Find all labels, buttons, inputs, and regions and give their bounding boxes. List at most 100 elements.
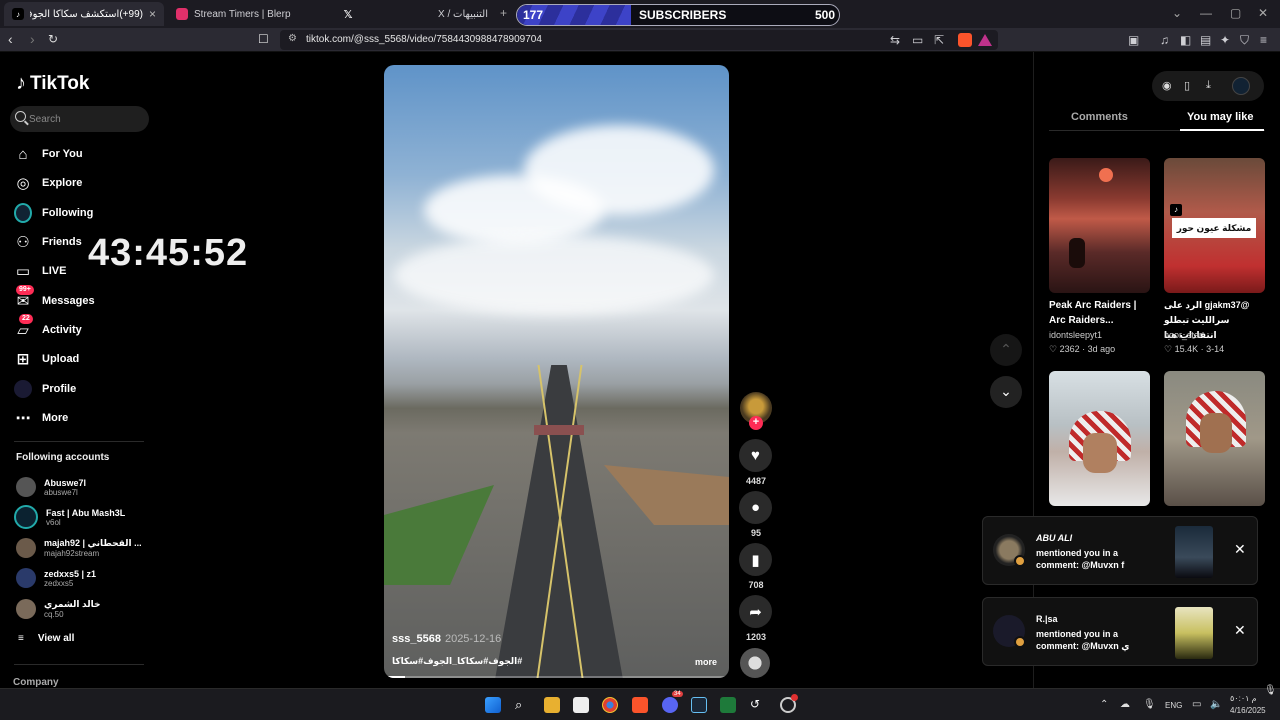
card-title[interactable]: Peak Arc Raiders | Arc Raiders... bbox=[1049, 298, 1151, 328]
media-icon[interactable]: ♫ bbox=[1160, 34, 1169, 46]
account-handle: majah92stream bbox=[44, 549, 100, 558]
like-button[interactable]: ♥ bbox=[739, 439, 772, 472]
brave-rewards-icon[interactable] bbox=[978, 34, 992, 46]
leo-ai-icon[interactable]: ✦ bbox=[1220, 34, 1230, 46]
account-item[interactable]: Abuswe7l abuswe7l bbox=[16, 474, 156, 500]
windows-start-icon[interactable] bbox=[485, 697, 501, 713]
minimize-icon[interactable]: — bbox=[1200, 6, 1212, 20]
video-thumbnail[interactable] bbox=[1049, 158, 1150, 293]
volume-icon[interactable]: 🔈 bbox=[1210, 699, 1222, 710]
close-tab-icon[interactable]: × bbox=[149, 7, 156, 21]
tiktok-favicon-icon: ♪ bbox=[12, 8, 24, 20]
site-info-icon[interactable]: ⚙ bbox=[288, 33, 297, 44]
video-hashtags[interactable]: #الجوف#سكاكا_الجوف#سكاكا bbox=[392, 656, 522, 667]
tab-you-may-like[interactable]: You may like bbox=[1187, 111, 1253, 123]
menu-item-more[interactable]: ⋯ More bbox=[14, 407, 154, 429]
window-close-icon[interactable]: ✕ bbox=[1258, 6, 1268, 20]
account-item[interactable]: خالد الشمري cq.50 bbox=[16, 596, 156, 622]
menu-item-profile[interactable]: Profile bbox=[14, 378, 154, 400]
tray-chevron-icon[interactable]: ⌃ bbox=[1100, 699, 1108, 710]
cloud-icon[interactable]: ☁ bbox=[1120, 699, 1130, 710]
address-bar[interactable]: ⚙ tiktok.com/@sss_5568/video/75844309884… bbox=[280, 30, 998, 50]
obs-icon[interactable] bbox=[780, 694, 798, 713]
video-thumbnail[interactable]: ♪ مشكلة عيون حور bbox=[1164, 158, 1265, 293]
menu-item-following[interactable]: Following bbox=[14, 202, 154, 224]
cast-icon[interactable]: ▭ bbox=[912, 34, 923, 46]
forward-icon[interactable]: › bbox=[30, 32, 35, 46]
phone-icon[interactable]: ▯ bbox=[1184, 79, 1190, 92]
account-item[interactable]: Fast | Abu Mash3L v6ol bbox=[14, 504, 156, 530]
user-avatar[interactable] bbox=[1232, 77, 1250, 95]
store-icon[interactable] bbox=[573, 697, 589, 713]
discord-badge: 34 bbox=[672, 691, 683, 697]
follow-plus-icon[interactable]: + bbox=[749, 416, 763, 430]
video-thumbnail[interactable] bbox=[1049, 371, 1150, 506]
search-icon[interactable]: ⌕ bbox=[515, 697, 531, 713]
search-input[interactable] bbox=[29, 111, 139, 127]
brave-shields-icon[interactable] bbox=[958, 33, 972, 47]
download-icon[interactable]: ⤓ bbox=[1206, 79, 1211, 92]
next-video-button[interactable]: ⌄ bbox=[990, 376, 1022, 408]
menu-icon[interactable]: ≡ bbox=[1260, 34, 1267, 46]
search-box[interactable] bbox=[10, 106, 149, 132]
brave-icon[interactable] bbox=[632, 697, 648, 713]
video-progress-bar[interactable] bbox=[384, 676, 729, 678]
card-user[interactable]: hoor_star bbox=[1164, 330, 1202, 340]
clock-date[interactable]: 4/16/2025 bbox=[1230, 706, 1266, 715]
tab-x[interactable]: 𝕏 X / التنبيهات bbox=[334, 2, 496, 26]
account-item[interactable]: zedxxs5 | z1 zedxxs5 bbox=[16, 565, 156, 591]
save-button[interactable]: ▮ bbox=[739, 543, 772, 576]
notification-toast[interactable]: ABU ALI mentioned you in a comment: @Muv… bbox=[982, 516, 1258, 585]
chrome-icon[interactable] bbox=[602, 697, 618, 713]
tab-comments[interactable]: Comments bbox=[1071, 111, 1128, 123]
reader-mode-icon[interactable]: ▣ bbox=[1128, 34, 1139, 46]
menu-item-explore[interactable]: ◎ Explore bbox=[14, 172, 154, 194]
more-link[interactable]: more bbox=[695, 657, 717, 667]
notification-toast[interactable]: R.|sa mentioned you in a comment: @Muvxn… bbox=[982, 597, 1258, 666]
tab-blerp[interactable]: Stream Timers | Blerp bbox=[168, 2, 328, 26]
video-player[interactable]: sss_5568 2025-12-16 #الجوف#سكاكا_الجوف#سك… bbox=[384, 65, 729, 678]
translate-icon[interactable]: ⇆ bbox=[890, 34, 900, 46]
steam-icon[interactable] bbox=[691, 697, 707, 713]
music-disc-icon[interactable] bbox=[740, 648, 770, 678]
new-tab-icon[interactable]: + bbox=[500, 6, 507, 20]
menu-item-upload[interactable]: ⊞ Upload bbox=[14, 348, 154, 370]
view-all-accounts[interactable]: ≡ View all bbox=[18, 633, 74, 644]
menu-item-for-you[interactable]: ⌂ For You bbox=[14, 143, 154, 165]
microphone-icon[interactable]: 🎙 bbox=[1143, 699, 1156, 710]
notification-thumbnail bbox=[1175, 526, 1213, 578]
video-thumbnail[interactable] bbox=[1164, 371, 1265, 506]
clock-time[interactable]: م ٥٠:٠١ bbox=[1230, 694, 1257, 703]
menu-item-messages[interactable]: ✉ 99+ Messages bbox=[14, 285, 154, 312]
excel-icon[interactable] bbox=[720, 697, 736, 713]
notification-thumbnail bbox=[1175, 607, 1213, 659]
wallet-icon[interactable]: ▤ bbox=[1200, 34, 1211, 46]
tab-list-icon[interactable]: ⌄ bbox=[1172, 6, 1182, 20]
tab-tiktok[interactable]: ♪ (99+)استكشف سكاكا الجوف جمال × bbox=[4, 2, 164, 26]
share-icon[interactable]: ⇱ bbox=[934, 34, 944, 46]
card-user[interactable]: idontsleepyt1 bbox=[1049, 330, 1102, 340]
share-button[interactable]: ➦ bbox=[739, 595, 772, 628]
sidebar-toggle-icon[interactable]: ◧ bbox=[1180, 34, 1191, 46]
reload-icon[interactable]: ↻ bbox=[48, 32, 58, 46]
language-indicator[interactable]: ENG bbox=[1165, 701, 1182, 710]
back-icon[interactable]: ‹ bbox=[8, 32, 13, 46]
network-icon[interactable]: ▭ bbox=[1192, 699, 1201, 710]
bookmark-icon[interactable]: ☐ bbox=[258, 32, 269, 46]
menu-item-activity[interactable]: ▱ 22 Activity bbox=[14, 314, 154, 341]
vpn-icon[interactable]: ⛉ bbox=[1240, 34, 1249, 46]
company-link[interactable]: Company bbox=[13, 677, 59, 688]
account-item[interactable]: majah92 | القحطاني ... majah92stream bbox=[16, 535, 156, 561]
close-icon[interactable]: ✕ bbox=[1234, 622, 1246, 639]
tiktok-logo[interactable]: ♪ TikTok bbox=[16, 72, 89, 95]
file-explorer-icon[interactable] bbox=[544, 697, 560, 713]
previous-video-button[interactable]: ⌃ bbox=[990, 334, 1022, 366]
maximize-icon[interactable]: ▢ bbox=[1230, 6, 1241, 20]
video-author[interactable]: sss_5568 2025-12-16 bbox=[392, 633, 501, 645]
app-icon[interactable]: ↺ bbox=[750, 697, 766, 713]
search-icon bbox=[15, 111, 26, 122]
discord-icon[interactable]: 34 bbox=[662, 691, 683, 713]
comment-button[interactable]: ● bbox=[739, 491, 772, 524]
close-icon[interactable]: ✕ bbox=[1234, 541, 1246, 558]
compass-small-icon[interactable]: ◉ bbox=[1162, 79, 1172, 92]
